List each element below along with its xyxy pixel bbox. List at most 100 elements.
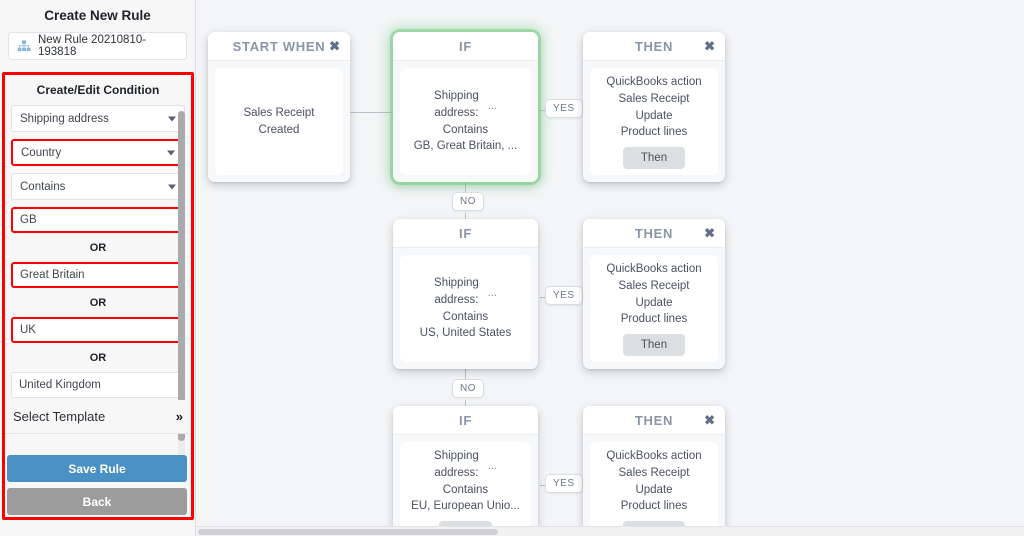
node-if-3-dots: ... — [487, 460, 497, 473]
select-country[interactable]: Country — [11, 139, 185, 166]
node-if-1[interactable]: IF Shipping address: ... Contains GB, Gr… — [393, 32, 538, 182]
close-icon[interactable]: ✖ — [704, 414, 715, 427]
node-start-header: START WHEN ✖ — [208, 32, 350, 61]
value-input-4-text: United Kingdom — [19, 379, 101, 391]
or-separator-3: OR — [89, 351, 107, 364]
node-then-1-line-3: Product lines — [620, 126, 688, 139]
node-if-2-content: Shipping address: ... Contains US, Unite… — [400, 255, 531, 362]
node-then-1-line-0: QuickBooks action — [606, 76, 702, 89]
close-icon[interactable]: ✖ — [704, 40, 715, 53]
node-if-3-field: Shipping address: — [434, 450, 479, 479]
node-if-3-title: IF — [459, 412, 472, 428]
scrollbar-thumb[interactable] — [178, 111, 185, 441]
node-if-3-header: IF — [393, 406, 538, 435]
chevron-down-icon[interactable] — [168, 116, 176, 121]
node-if-1-body: Shipping address: ... Contains GB, Great… — [393, 61, 538, 182]
select-shipping-address[interactable]: Shipping address — [11, 105, 185, 132]
node-then-1-line-2: Update — [635, 109, 673, 122]
sitemap-icon — [17, 40, 31, 52]
save-rule-button[interactable]: Save Rule — [7, 455, 187, 482]
pill-yes-3: YES — [545, 474, 583, 493]
node-start-text: Sales Receipt Created — [243, 106, 315, 136]
node-then-3-line-3: Product lines — [620, 500, 688, 513]
condition-editor-title: Create/Edit Condition — [36, 83, 160, 97]
pill-yes-1: YES — [545, 99, 583, 118]
back-button[interactable]: Back — [7, 488, 187, 515]
node-if-2-title: IF — [459, 225, 472, 241]
node-if-3-content: Shipping address: ... Contains EU, Europ… — [400, 442, 531, 536]
node-then-2-content: QuickBooks action Sales Receipt Update P… — [590, 255, 718, 362]
node-if-3-cond: Shipping address: ... — [404, 448, 527, 481]
node-if-1-operator: Contains — [442, 123, 489, 136]
node-then-3[interactable]: THEN ✖ QuickBooks action Sales Receipt U… — [583, 406, 725, 536]
page-title: Create New Rule — [0, 0, 195, 30]
node-start-when[interactable]: START WHEN ✖ Sales Receipt Created — [208, 32, 350, 182]
or-separator-2: OR — [89, 296, 107, 309]
node-then-2[interactable]: THEN ✖ QuickBooks action Sales Receipt U… — [583, 219, 725, 369]
then-button-1[interactable]: Then — [622, 146, 686, 169]
canvas-horizontal-scrollbar[interactable] — [196, 526, 1024, 536]
chevron-down-icon[interactable] — [168, 184, 176, 189]
app-root: START WHEN ✖ Sales Receipt Created IF Sh… — [0, 0, 1024, 536]
node-start-body: Sales Receipt Created — [208, 61, 350, 182]
node-if-1-content: Shipping address: ... Contains GB, Great… — [400, 68, 531, 175]
node-then-2-title: THEN — [634, 225, 674, 241]
node-then-1[interactable]: THEN ✖ QuickBooks action Sales Receipt U… — [583, 32, 725, 182]
node-if-2-dots: ... — [487, 287, 497, 300]
select-country-label: Country — [21, 146, 62, 159]
node-if-3[interactable]: IF Shipping address: ... Contains EU, Eu… — [393, 406, 538, 536]
then-button-2[interactable]: Then — [622, 333, 686, 356]
chevron-double-right-icon[interactable]: » — [176, 409, 183, 424]
node-if-2-values: US, United States — [419, 327, 512, 340]
node-if-2-cond: Shipping address: ... — [404, 275, 527, 308]
node-then-1-title: THEN — [634, 38, 674, 54]
close-icon[interactable]: ✖ — [329, 40, 340, 53]
pill-yes-2: YES — [545, 286, 583, 305]
close-icon[interactable]: ✖ — [704, 227, 715, 240]
node-if-2-body: Shipping address: ... Contains US, Unite… — [393, 248, 538, 369]
node-then-3-body: QuickBooks action Sales Receipt Update P… — [583, 435, 725, 536]
node-then-1-line-1: Sales Receipt — [618, 92, 690, 105]
node-then-2-body: QuickBooks action Sales Receipt Update P… — [583, 248, 725, 369]
node-then-2-header: THEN ✖ — [583, 219, 725, 248]
select-template-label: Select Template — [13, 409, 106, 424]
select-operator[interactable]: Contains — [11, 173, 185, 200]
value-input-1[interactable]: GB — [11, 207, 185, 233]
node-then-3-line-0: QuickBooks action — [606, 450, 702, 463]
value-input-3-text: UK — [20, 324, 36, 336]
scrollbar-thumb[interactable] — [198, 529, 498, 535]
value-input-4[interactable]: United Kingdom — [11, 372, 185, 398]
node-then-1-body: QuickBooks action Sales Receipt Update P… — [583, 61, 725, 182]
node-then-2-line-2: Update — [635, 296, 673, 309]
pill-no-2: NO — [452, 379, 484, 398]
node-if-3-body: Shipping address: ... Contains EU, Europ… — [393, 435, 538, 536]
select-shipping-address-label: Shipping address — [20, 112, 109, 125]
node-then-3-title: THEN — [634, 412, 674, 428]
value-input-2[interactable]: Great Britain — [11, 262, 185, 288]
node-if-1-field: Shipping address: — [434, 90, 479, 119]
node-if-3-values: EU, European Unio... — [411, 500, 520, 513]
value-input-3[interactable]: UK — [11, 317, 185, 343]
node-if-1-title: IF — [459, 38, 472, 54]
value-input-1-text: GB — [20, 214, 37, 226]
node-if-2[interactable]: IF Shipping address: ... Contains US, Un… — [393, 219, 538, 369]
select-template-bar[interactable]: Select Template » — [5, 400, 191, 434]
or-separator-1: OR — [89, 241, 107, 254]
rule-name-field[interactable]: New Rule 20210810-193818 — [8, 32, 187, 60]
node-then-3-header: THEN ✖ — [583, 406, 725, 435]
node-if-2-field: Shipping address: — [434, 277, 479, 306]
node-if-2-header: IF — [393, 219, 538, 248]
node-then-3-line-1: Sales Receipt — [618, 466, 690, 479]
node-then-2-line-0: QuickBooks action — [606, 263, 702, 276]
node-if-3-operator: Contains — [442, 483, 489, 496]
node-if-1-header: IF — [393, 32, 538, 61]
node-then-2-line-3: Product lines — [620, 313, 688, 326]
chevron-down-icon[interactable] — [167, 150, 175, 155]
node-if-1-values: GB, Great Britain, ... — [413, 140, 518, 153]
rule-name-text: New Rule 20210810-193818 — [38, 34, 147, 58]
node-then-3-line-2: Update — [635, 483, 673, 496]
value-input-2-text: Great Britain — [20, 269, 85, 281]
node-then-3-content: QuickBooks action Sales Receipt Update P… — [590, 442, 718, 536]
pill-no-1: NO — [452, 192, 484, 211]
node-then-2-line-1: Sales Receipt — [618, 279, 690, 292]
